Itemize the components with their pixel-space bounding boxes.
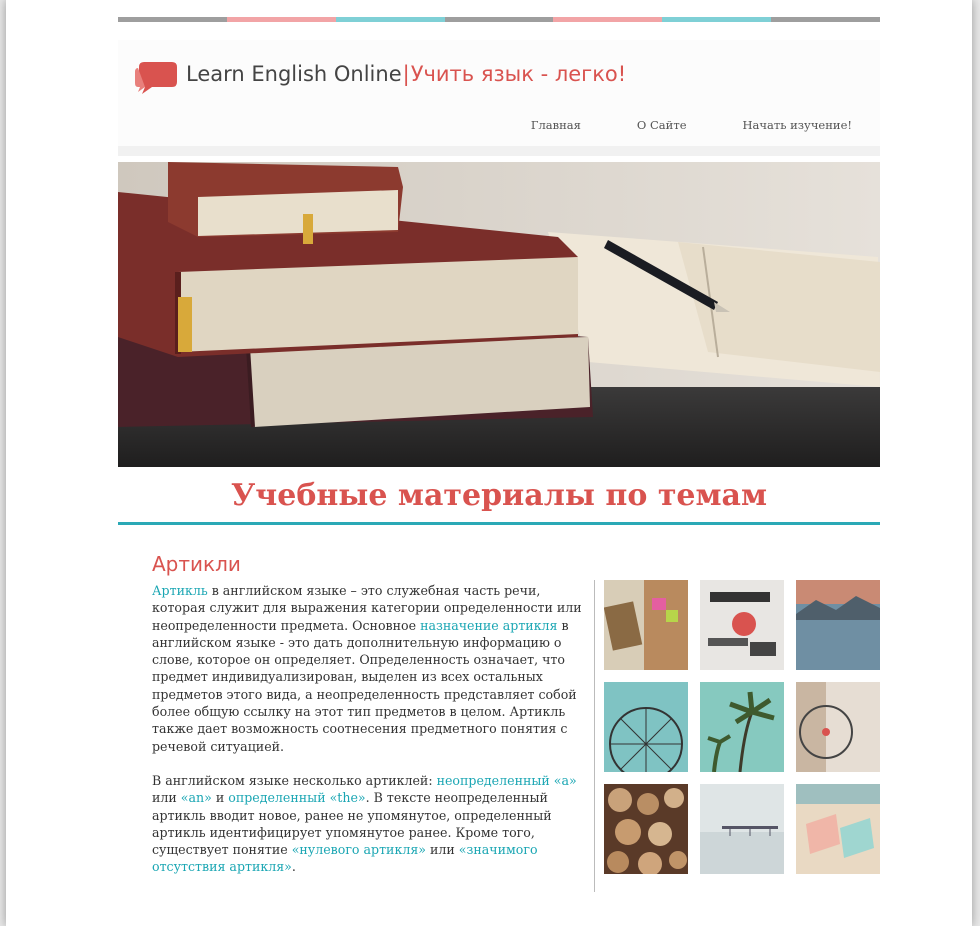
site-brand[interactable]: Learn English Online|Учить язык - легко! xyxy=(186,62,626,86)
stripe-segment xyxy=(771,17,881,22)
article-paragraph: Артикль в английском языке – это служебн… xyxy=(152,582,592,755)
vertical-divider xyxy=(594,580,595,892)
nav-home[interactable]: Главная xyxy=(531,118,581,132)
article-text: или xyxy=(152,790,181,806)
photo-gallery xyxy=(604,580,880,874)
pier-fog-photo[interactable] xyxy=(700,784,784,874)
bicycle-photo[interactable] xyxy=(796,682,880,772)
ferris-wheel-photo[interactable] xyxy=(604,682,688,772)
stripe-segment xyxy=(226,17,336,22)
article-paragraph: В английском языке несколько артиклей: н… xyxy=(152,772,592,876)
main-nav: Главная О Сайте Начать изучение! xyxy=(475,118,852,132)
nav-start[interactable]: Начать изучение! xyxy=(743,118,853,132)
nav-about[interactable]: О Сайте xyxy=(637,118,687,132)
stripe-segment xyxy=(335,17,445,22)
wood-logs-photo[interactable] xyxy=(604,784,688,874)
speech-bubble-icon[interactable] xyxy=(134,58,178,96)
article-text: . xyxy=(291,859,296,875)
article-title: Артикли xyxy=(152,552,241,576)
beach-chairs-photo[interactable] xyxy=(796,784,880,874)
link-definite[interactable]: определенный «the» xyxy=(228,790,365,805)
stripe-segment xyxy=(444,17,554,22)
palm-trees-photo[interactable] xyxy=(700,682,784,772)
books-and-pen-photo xyxy=(118,162,880,467)
brand-tagline: Учить язык - легко! xyxy=(410,62,627,86)
top-color-stripe xyxy=(118,17,881,22)
site-header: Learn English Online|Учить язык - легко!… xyxy=(118,40,880,156)
article-body: Артикль в английском языке – это служебн… xyxy=(152,582,592,893)
link-an[interactable]: «an» xyxy=(181,790,212,805)
typography-collage-photo[interactable] xyxy=(700,580,784,670)
map-notebook-photo[interactable] xyxy=(604,580,688,670)
article-text: или xyxy=(425,842,459,858)
article-text: В английском языке несколько артиклей: xyxy=(152,772,437,788)
article-text: в английском языке - это дать дополнител… xyxy=(152,617,577,754)
brand-separator: | xyxy=(402,62,410,86)
stripe-segment xyxy=(118,17,227,22)
stripe-segment xyxy=(553,17,663,22)
link-indefinite[interactable]: неопределенный «a» xyxy=(437,773,577,788)
article-section: Артикли Артикль в английском языке – это… xyxy=(118,552,880,926)
hero-image xyxy=(118,162,880,467)
page: Learn English Online|Учить язык - легко!… xyxy=(6,0,972,926)
lake-mountains-photo[interactable] xyxy=(796,580,880,670)
article-text: и xyxy=(211,790,229,806)
brand-name: Learn English Online xyxy=(186,62,402,86)
link-article[interactable]: Артикль xyxy=(152,583,208,598)
section-title: Учебные материалы по темам xyxy=(118,478,880,525)
link-zero-article[interactable]: «нулевого артикля» xyxy=(292,842,426,857)
link-purpose[interactable]: назначение артикля xyxy=(420,618,557,633)
stripe-segment xyxy=(662,17,772,22)
